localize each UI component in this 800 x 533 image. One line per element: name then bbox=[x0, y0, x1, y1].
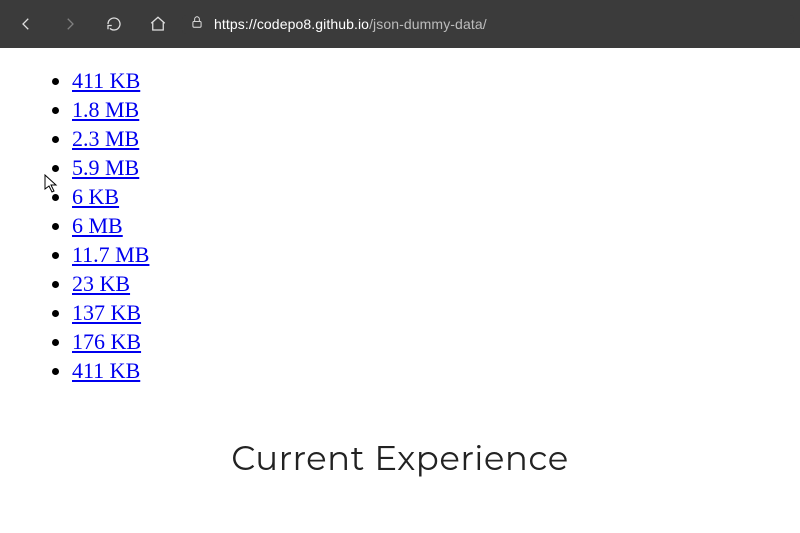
file-link[interactable]: 5.9 MB bbox=[72, 155, 139, 180]
lock-icon bbox=[190, 15, 204, 34]
file-link[interactable]: 411 KB bbox=[72, 68, 140, 93]
file-link[interactable]: 2.3 MB bbox=[72, 126, 139, 151]
browser-toolbar: https://codepo8.github.io/json-dummy-dat… bbox=[0, 0, 800, 48]
list-item: 5.9 MB bbox=[72, 153, 800, 182]
refresh-button[interactable] bbox=[94, 6, 134, 42]
list-item: 6 KB bbox=[72, 182, 800, 211]
list-item: 411 KB bbox=[72, 66, 800, 95]
section-heading: Current Experience bbox=[0, 437, 800, 479]
back-button[interactable] bbox=[6, 6, 46, 42]
file-link[interactable]: 411 KB bbox=[72, 358, 140, 383]
file-size-list: 411 KB 1.8 MB 2.3 MB 5.9 MB 6 KB 6 MB 11… bbox=[72, 66, 800, 385]
file-link[interactable]: 11.7 MB bbox=[72, 242, 149, 267]
list-item: 1.8 MB bbox=[72, 95, 800, 124]
file-link[interactable]: 137 KB bbox=[72, 300, 141, 325]
home-button[interactable] bbox=[138, 6, 178, 42]
list-item: 23 KB bbox=[72, 269, 800, 298]
page-content: 411 KB 1.8 MB 2.3 MB 5.9 MB 6 KB 6 MB 11… bbox=[0, 48, 800, 479]
list-item: 411 KB bbox=[72, 356, 800, 385]
address-bar[interactable]: https://codepo8.github.io/json-dummy-dat… bbox=[182, 15, 794, 34]
url-host: https://codepo8.github.io bbox=[214, 16, 369, 32]
url-path: /json-dummy-data/ bbox=[369, 16, 487, 32]
file-link[interactable]: 176 KB bbox=[72, 329, 141, 354]
file-link[interactable]: 6 KB bbox=[72, 184, 119, 209]
file-link[interactable]: 23 KB bbox=[72, 271, 130, 296]
forward-button[interactable] bbox=[50, 6, 90, 42]
list-item: 137 KB bbox=[72, 298, 800, 327]
file-link[interactable]: 6 MB bbox=[72, 213, 123, 238]
list-item: 176 KB bbox=[72, 327, 800, 356]
url-text: https://codepo8.github.io/json-dummy-dat… bbox=[214, 16, 786, 32]
list-item: 2.3 MB bbox=[72, 124, 800, 153]
file-link[interactable]: 1.8 MB bbox=[72, 97, 139, 122]
list-item: 6 MB bbox=[72, 211, 800, 240]
list-item: 11.7 MB bbox=[72, 240, 800, 269]
